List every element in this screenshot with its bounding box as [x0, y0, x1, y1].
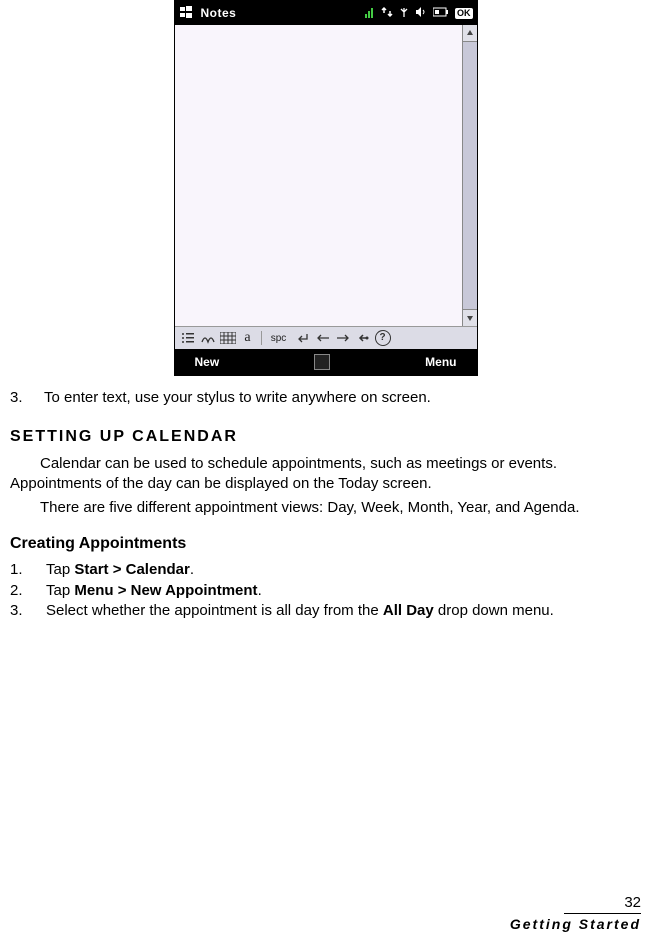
softkey-center-icon[interactable] [314, 354, 330, 370]
step-text: To enter text, use your stylus to write … [44, 388, 431, 408]
list-item: Tap Start > Calendar. [10, 560, 641, 580]
page-footer: 32 Getting Started [510, 894, 641, 932]
antenna-icon [399, 6, 409, 21]
letter-a-button[interactable]: a [239, 330, 257, 346]
paragraph: Calendar can be used to schedule appoint… [10, 454, 641, 495]
softkey-menu[interactable]: Menu [425, 355, 456, 369]
backspace-icon[interactable] [354, 330, 372, 346]
note-canvas[interactable] [175, 25, 477, 326]
arrow-right-icon[interactable] [334, 330, 352, 346]
softkey-new[interactable]: New [195, 355, 220, 369]
arrow-left-icon[interactable] [314, 330, 332, 346]
sub-heading: Creating Appointments [10, 533, 641, 555]
paragraph: There are five different appointment vie… [10, 498, 641, 518]
input-toolbar: a spc ? [175, 326, 477, 349]
step-number: 3. [10, 388, 24, 408]
volume-icon [415, 6, 427, 21]
device-titlebar: Notes OK [175, 1, 477, 25]
spc-button[interactable]: spc [266, 330, 292, 346]
enter-icon[interactable] [294, 330, 312, 346]
page-number: 32 [564, 894, 641, 914]
connectivity-icon [381, 6, 393, 21]
section-heading: Setting up Calendar [10, 426, 641, 448]
ok-button[interactable]: OK [455, 8, 473, 19]
vertical-scrollbar[interactable] [462, 25, 477, 326]
signal-icon [365, 6, 375, 21]
scroll-down-icon[interactable] [463, 309, 477, 326]
windows-start-icon[interactable] [179, 5, 195, 21]
scroll-up-icon[interactable] [463, 25, 477, 42]
list-item: Tap Menu > New Appointment. [10, 581, 641, 601]
list-item: Select whether the appointment is all da… [10, 601, 641, 621]
help-icon[interactable]: ? [374, 330, 392, 346]
step-3-line: 3. To enter text, use your stylus to wri… [10, 388, 641, 408]
app-title: Notes [201, 6, 237, 20]
footer-chapter: Getting Started [510, 916, 641, 932]
steps-list: Tap Start > Calendar. Tap Menu > New App… [10, 560, 641, 621]
status-tray: OK [365, 6, 473, 21]
device-screenshot: Notes OK [174, 0, 478, 376]
battery-icon [433, 6, 449, 20]
list-icon[interactable] [179, 330, 197, 346]
softkey-bar: New Menu [175, 349, 477, 375]
handwriting-icon[interactable] [199, 330, 217, 346]
keyboard-icon[interactable] [219, 330, 237, 346]
